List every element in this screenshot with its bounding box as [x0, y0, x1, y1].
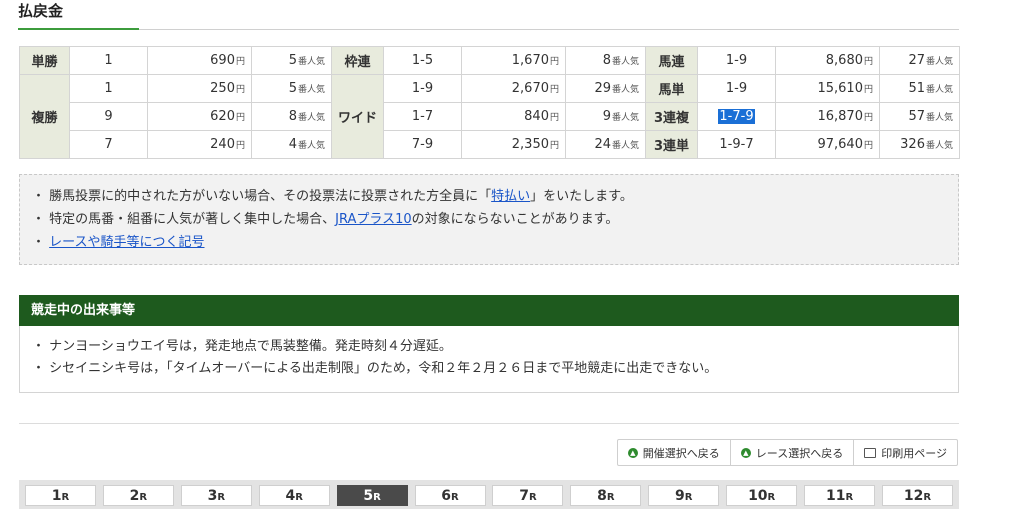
race-tab-1[interactable]: 1R — [25, 485, 96, 506]
table-row: 7 240円 4番人気 7-9 2,350円 24番人気 3連単 1-9-7 9… — [20, 130, 960, 159]
title-accent-line — [18, 28, 139, 30]
fukusho-num: 1 — [69, 74, 148, 103]
fukusho-pop: 4 — [288, 137, 297, 152]
wide-label: ワイド — [331, 74, 384, 159]
wakuren-amount: 1,670 — [511, 53, 549, 68]
race-tab-4[interactable]: 4R — [258, 485, 330, 506]
jra-plus10-link[interactable]: JRAプラス10 — [335, 212, 412, 227]
wide-num: 1-9 — [383, 74, 462, 103]
race-tab-8[interactable]: 8R — [570, 485, 642, 506]
wide-pop: 24 — [594, 137, 611, 152]
sanrenpuku-amount: 16,870 — [817, 109, 863, 124]
race-tab-3[interactable]: 3R — [180, 485, 252, 506]
race-tab-2[interactable]: 2R — [102, 485, 174, 506]
fukusho-amount: 620 — [210, 109, 235, 124]
fukusho-num: 7 — [69, 130, 148, 159]
yen-unit: 円 — [235, 57, 245, 67]
sanrenpuku-num-selected: 1-7-9 — [718, 109, 755, 124]
race-tab-9[interactable]: 9R — [648, 485, 720, 506]
tokubarai-link[interactable]: 特払い — [491, 189, 530, 204]
tansho-amount: 690 — [210, 53, 235, 68]
race-tab-10[interactable]: 10R — [726, 485, 798, 506]
race-symbols-link[interactable]: レースや騎手等につく記号 — [49, 235, 204, 250]
back-to-race-button[interactable]: ▲ レース選択へ戻る — [729, 440, 853, 465]
title-underline — [18, 29, 959, 30]
list-item: ・ ナンヨーショウエイ号は，発走地点で馬装整備。発走時刻４分遅延。 — [32, 339, 452, 354]
fukusho-pop: 5 — [288, 81, 297, 96]
wide-amount: 2,670 — [511, 81, 549, 96]
events-section-title: 競走中の出来事等 — [19, 295, 959, 326]
events-section: ・ ナンヨーショウエイ号は，発走地点で馬装整備。発走時刻４分遅延。 ・ シセイニ… — [19, 326, 959, 393]
tansho-pop: 5 — [288, 53, 297, 68]
race-tab-11[interactable]: 11R — [804, 485, 876, 506]
wide-amount: 840 — [524, 109, 549, 124]
sanrentan-num: 1-9-7 — [697, 130, 776, 159]
sanrentan-pop: 326 — [900, 137, 925, 152]
back-to-kaisai-button[interactable]: ▲ 開催選択へ戻る — [618, 440, 730, 465]
printer-icon — [864, 447, 877, 458]
sanrentan-amount: 97,640 — [817, 137, 863, 152]
umatan-num: 1-9 — [697, 74, 776, 103]
sanrenpuku-pop: 57 — [908, 109, 925, 124]
wide-num: 1-7 — [383, 102, 462, 131]
wakuren-label: 枠連 — [331, 46, 384, 75]
print-page-button[interactable]: 印刷用ページ — [853, 440, 957, 465]
tansho-label: 単勝 — [19, 46, 70, 75]
list-item: ・ 特定の馬番・組番に人気が著しく集中した場合、JRAプラス10の対象にならない… — [32, 212, 619, 227]
tansho-num: 1 — [69, 46, 148, 75]
fukusho-amount: 250 — [210, 81, 235, 96]
fukusho-pop: 8 — [288, 109, 297, 124]
umatan-amount: 15,610 — [817, 81, 863, 96]
umaren-label: 馬連 — [645, 46, 698, 75]
payout-notes: ・ 勝馬投票に的中された方がいない場合、その投票法に投票された方全員に「特払い」… — [19, 174, 959, 265]
race-selector: 1R 2R 3R 4R 5R 6R 7R 8R 9R 10R 11R 12R — [19, 480, 959, 509]
fukusho-amount: 240 — [210, 137, 235, 152]
wakuren-pop: 8 — [602, 53, 611, 68]
list-item: ・ シセイニシキ号は，「タイムオーバーによる出走制限」のため，令和２年２月２６日… — [32, 361, 718, 376]
umaren-num: 1-9 — [697, 46, 776, 75]
list-item: ・ レースや騎手等につく記号 — [32, 235, 205, 250]
pop-unit: 番人気 — [297, 57, 325, 67]
table-row: 複勝 1 250円 5番人気 ワイド 1-9 2,670円 29番人気 馬単 1… — [19, 74, 960, 159]
race-tab-6[interactable]: 6R — [414, 485, 486, 506]
umaren-pop: 27 — [908, 53, 925, 68]
list-item: ・ 勝馬投票に的中された方がいない場合、その投票法に投票された方全員に「特払い」… — [32, 189, 633, 204]
wide-pop: 9 — [602, 109, 611, 124]
fukusho-num: 9 — [69, 102, 148, 131]
wakuren-num: 1-5 — [383, 46, 462, 75]
nav-button-group: ▲ 開催選択へ戻る ▲ レース選択へ戻る 印刷用ページ — [616, 439, 958, 466]
payout-table: 単勝 1 690円 5番人気 枠連 1-5 1,670円 8番人気 馬連 1-9… — [19, 46, 960, 159]
race-tab-12[interactable]: 12R — [881, 485, 953, 506]
chevron-up-circle-icon: ▲ — [627, 447, 638, 458]
chevron-up-circle-icon: ▲ — [740, 447, 751, 458]
umatan-pop: 51 — [908, 81, 925, 96]
wide-pop: 29 — [594, 81, 611, 96]
table-row: 単勝 1 690円 5番人気 枠連 1-5 1,670円 8番人気 馬連 1-9… — [19, 46, 960, 75]
page-title: 払戻金 — [18, 2, 64, 20]
table-row: 9 620円 8番人気 1-7 840円 9番人気 3連複 1-7-9 16,8… — [20, 102, 960, 131]
umaren-amount: 8,680 — [825, 53, 863, 68]
wide-amount: 2,350 — [511, 137, 549, 152]
race-tab-7[interactable]: 7R — [492, 485, 564, 506]
section-divider — [19, 423, 959, 424]
wide-num: 7-9 — [383, 130, 462, 159]
sanrenpuku-label: 3連複 — [645, 102, 698, 131]
race-tab-5[interactable]: 5R — [336, 485, 408, 506]
umatan-label: 馬単 — [645, 74, 698, 103]
sanrentan-label: 3連単 — [645, 130, 698, 159]
fukusho-label: 複勝 — [19, 74, 70, 159]
